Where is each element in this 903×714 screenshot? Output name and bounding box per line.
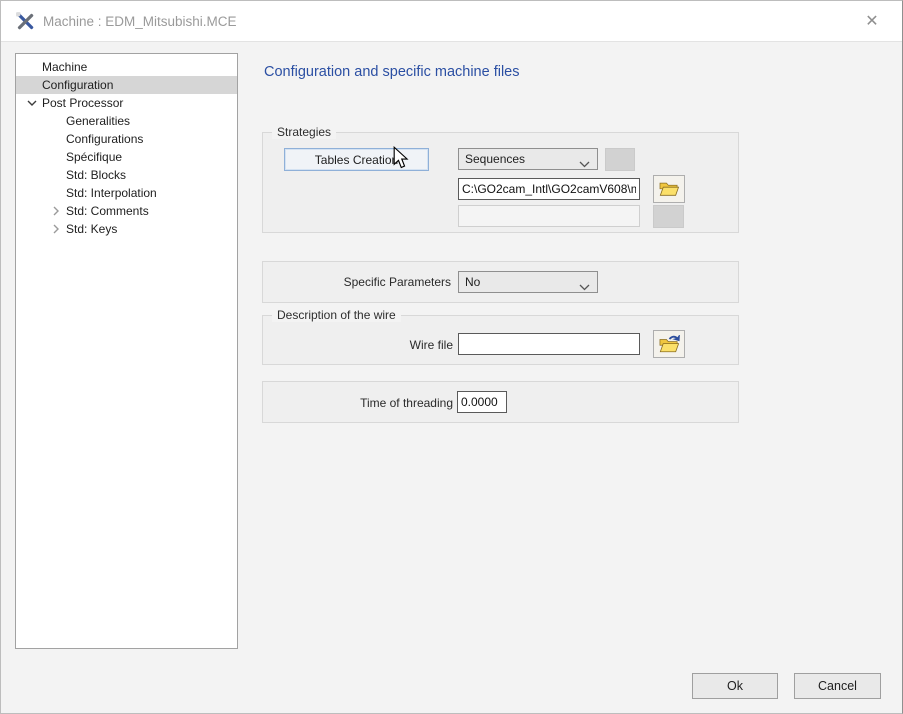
ok-button[interactable]: Ok [692, 673, 778, 699]
chevron-spacer [22, 58, 42, 76]
chevron-spacer [46, 148, 66, 166]
specific-parameters-dropdown[interactable]: No [458, 271, 598, 293]
secondary-extra-button[interactable] [653, 205, 684, 228]
tree-item-post-processor[interactable]: Post Processor [16, 94, 237, 112]
tree-item-label: Generalities [66, 114, 130, 128]
sequences-dropdown-value: Sequences [465, 152, 525, 166]
tree-item-specifique[interactable]: Spécifique [16, 148, 237, 166]
tree-item-label: Std: Keys [66, 222, 117, 236]
chevron-right-icon[interactable] [46, 202, 66, 220]
tree-item-label: Configurations [66, 132, 143, 146]
tree-item-label: Std: Blocks [66, 168, 126, 182]
page-title: Configuration and specific machine files [264, 64, 520, 80]
wire-legend: Description of the wire [272, 308, 401, 322]
sequences-extra-button[interactable] [605, 148, 635, 171]
specific-parameters-value: No [465, 275, 480, 289]
tree-item-configurations[interactable]: Configurations [16, 130, 237, 148]
chevron-spacer [46, 130, 66, 148]
close-icon[interactable]: ✕ [860, 10, 884, 34]
chevron-spacer [46, 112, 66, 130]
wire-file-label: Wire file [262, 338, 453, 352]
chevron-right-icon[interactable] [46, 220, 66, 238]
titlebar: Machine : EDM_Mitsubishi.MCE ✕ [1, 1, 902, 42]
chevron-spacer [22, 76, 42, 94]
chevron-down-icon [579, 157, 590, 171]
folder-open-icon [658, 180, 680, 198]
wire-file-input[interactable] [458, 333, 640, 355]
chevron-spacer [46, 166, 66, 184]
tree-item-label: Std: Comments [66, 204, 149, 218]
chevron-spacer [46, 184, 66, 202]
tables-creation-button[interactable]: Tables Creation [284, 148, 429, 171]
window-title: Machine : EDM_Mitsubishi.MCE [43, 1, 237, 42]
time-of-threading-input[interactable] [457, 391, 507, 413]
secondary-path-input [458, 205, 640, 227]
tree-item-configuration[interactable]: Configuration [16, 76, 237, 94]
tree-item-std-blocks[interactable]: Std: Blocks [16, 166, 237, 184]
macro-path-input[interactable] [458, 178, 640, 200]
chevron-down-icon [579, 280, 590, 294]
machine-dialog: Machine : EDM_Mitsubishi.MCE ✕ Machine C… [0, 0, 903, 714]
tree-item-generalities[interactable]: Generalities [16, 112, 237, 130]
tree-panel: Machine Configuration Post Processor Gen… [15, 53, 238, 649]
tree-item-std-interpolation[interactable]: Std: Interpolation [16, 184, 237, 202]
tree-item-label: Machine [42, 60, 87, 74]
tree-item-label: Spécifique [66, 150, 122, 164]
tree-item-std-keys[interactable]: Std: Keys [16, 220, 237, 238]
strategies-legend: Strategies [272, 125, 336, 139]
cancel-button[interactable]: Cancel [794, 673, 881, 699]
time-of-threading-label: Time of threading [262, 396, 453, 410]
browse-wire-button[interactable] [653, 330, 685, 358]
specific-parameters-label: Specific Parameters [262, 275, 451, 289]
browse-macro-button[interactable] [653, 175, 685, 203]
tools-icon [14, 10, 37, 33]
tree-item-label: Configuration [42, 78, 113, 92]
tree-item-machine[interactable]: Machine [16, 58, 237, 76]
tree-item-std-comments[interactable]: Std: Comments [16, 202, 237, 220]
sequences-dropdown[interactable]: Sequences [458, 148, 598, 170]
tree-item-label: Std: Interpolation [66, 186, 157, 200]
folder-open-blue-arrow-icon [658, 335, 680, 354]
tree-item-label: Post Processor [42, 96, 123, 110]
chevron-down-icon[interactable] [22, 94, 42, 112]
